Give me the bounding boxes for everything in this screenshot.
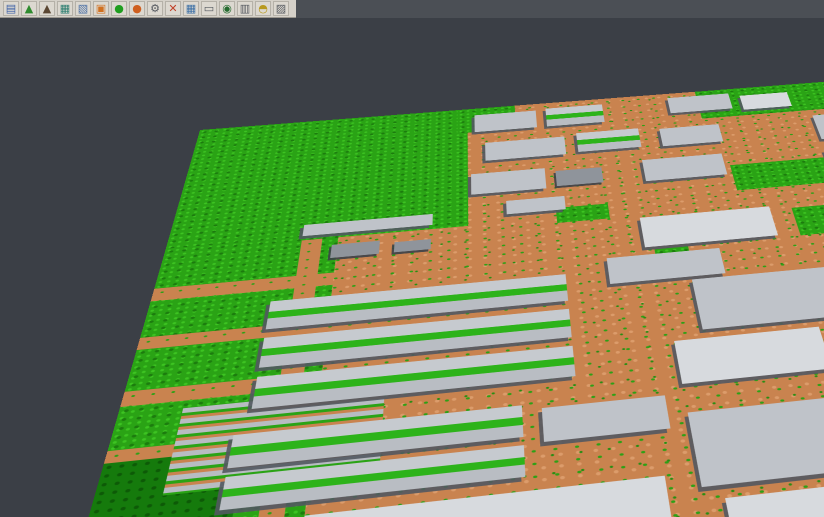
top-toolbar-strip: ▤▲▲▦▧▣●●⚙✕▦▭◉▥◓▨ [0, 0, 824, 18]
building-roof [659, 124, 723, 146]
delete-icon[interactable]: ✕ [165, 1, 181, 16]
3d-viewport[interactable] [0, 18, 824, 517]
building-roof [474, 111, 537, 133]
building-roof-dark [394, 239, 431, 252]
building-roof [471, 168, 546, 195]
building-roof-dark [555, 167, 603, 186]
half-circle-icon[interactable]: ◓ [255, 1, 271, 16]
building-roof-bright [640, 206, 778, 247]
building-roof-bright [674, 327, 824, 384]
orange-sphere-icon[interactable]: ● [129, 1, 145, 16]
snapshot-icon[interactable]: ▥ [237, 1, 253, 16]
vegetation-patch [791, 200, 824, 235]
building-roof [542, 395, 671, 442]
teal-grid-icon[interactable]: ▦ [57, 1, 73, 16]
terrain-pointcloud [59, 80, 824, 517]
measure-icon[interactable]: ▭ [201, 1, 217, 16]
building-roof [485, 137, 566, 161]
green-sphere-icon[interactable]: ● [111, 1, 127, 16]
building-roof [642, 153, 727, 181]
hatch-icon[interactable]: ▨ [273, 1, 289, 16]
mountain-icon[interactable]: ▲ [39, 1, 55, 16]
building-roof [812, 112, 824, 139]
add-terrain-icon[interactable]: ▲ [21, 1, 37, 16]
warehouse-ridge-roof [576, 128, 641, 152]
gear-icon[interactable]: ⚙ [147, 1, 163, 16]
building-roof [688, 384, 824, 487]
globe-icon[interactable]: ◉ [219, 1, 235, 16]
warehouse-ridge-roof [545, 104, 604, 126]
vegetation-patch [730, 157, 824, 190]
palette-icon[interactable]: ▧ [75, 1, 91, 16]
folder-icon[interactable]: ▣ [93, 1, 109, 16]
toolbar: ▤▲▲▦▧▣●●⚙✕▦▭◉▥◓▨ [0, 0, 296, 18]
blue-grid-icon[interactable]: ▦ [183, 1, 199, 16]
layers-icon[interactable]: ▤ [3, 1, 19, 16]
